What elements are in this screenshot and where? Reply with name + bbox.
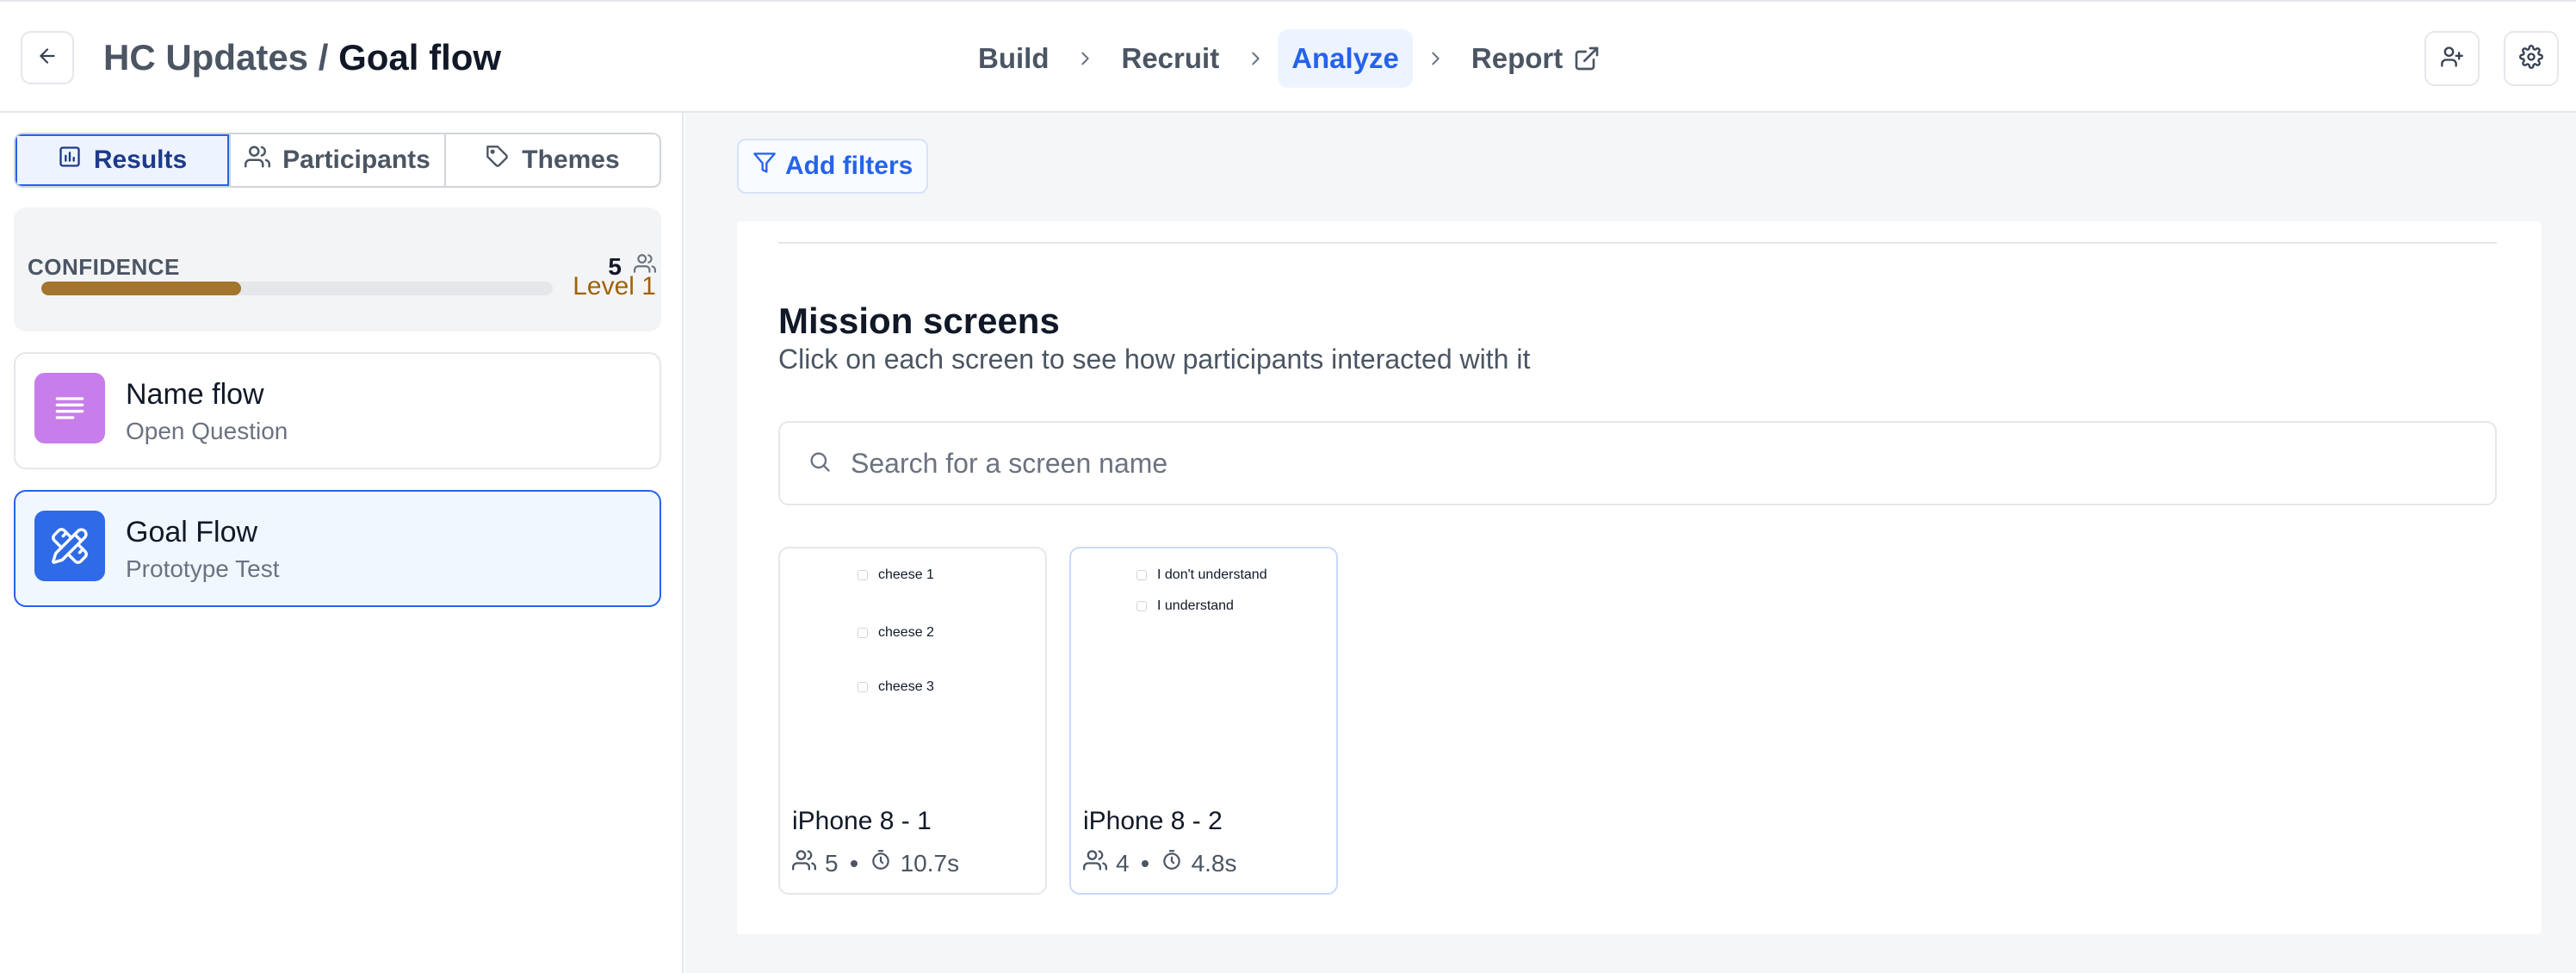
screen-thumbnail: I don't understand I understand — [1071, 548, 1336, 790]
top-bar: HC Updates / Goal flow Build Recruit Ana… — [0, 0, 2576, 113]
user-plus-icon — [2440, 45, 2464, 73]
filter-icon — [752, 151, 777, 182]
confidence-progress-bar — [41, 282, 553, 295]
thumbnail-option: I understand — [1136, 598, 1234, 614]
screen-name: iPhone 8 - 1 — [792, 807, 932, 835]
breadcrumb-project[interactable]: HC Updates — [103, 37, 308, 77]
prototype-pencil-ruler-icon — [34, 511, 105, 581]
add-filters-label: Add filters — [785, 152, 913, 180]
confidence-level: Level 1 — [573, 272, 656, 301]
main-content: Add filters Mission screens Click on eac… — [685, 113, 2576, 973]
screen-time: 4.8s — [1191, 849, 1237, 877]
block-subtitle: Prototype Test — [126, 555, 280, 582]
screen-search[interactable] — [778, 421, 2497, 505]
block-title: Goal Flow — [126, 516, 258, 548]
checkbox-icon — [858, 628, 868, 638]
thumbnail-option: cheese 2 — [858, 625, 934, 641]
step-report[interactable]: Report — [1458, 29, 1614, 88]
checkbox-icon — [1136, 601, 1147, 611]
screen-time: 10.7s — [900, 849, 960, 877]
tab-themes[interactable]: Themes — [446, 134, 659, 186]
thumbnail-option: cheese 3 — [858, 679, 934, 695]
screen-card-iphone-8-1[interactable]: cheese 1 cheese 2 cheese 3 iPhone 8 - 1 … — [778, 547, 1047, 895]
timer-icon — [870, 849, 892, 877]
breadcrumb-current: Goal flow — [338, 37, 502, 77]
step-recruit[interactable]: Recruit — [1107, 29, 1233, 88]
tag-icon — [486, 145, 510, 176]
tab-results[interactable]: Results — [15, 134, 231, 186]
tab-label: Themes — [522, 146, 620, 174]
tab-label: Results — [93, 146, 188, 174]
bullet-separator — [1141, 859, 1149, 867]
block-subtitle: Open Question — [126, 418, 288, 444]
bullet-separator — [850, 859, 858, 867]
checkbox-icon — [858, 682, 868, 692]
chevron-right-icon — [1062, 49, 1107, 68]
page-title: HC Updates / Goal flow — [103, 34, 501, 81]
block-goal-flow[interactable]: Goal Flow Prototype Test — [14, 490, 661, 607]
chevron-right-icon — [1413, 49, 1458, 68]
tab-participants[interactable]: Participants — [231, 134, 446, 186]
add-filters-button[interactable]: Add filters — [737, 139, 929, 194]
users-icon — [245, 144, 271, 177]
block-title: Name flow — [126, 378, 264, 411]
confidence-progress-fill — [41, 282, 241, 295]
sidebar-tabs: Results Participants Themes — [14, 133, 661, 188]
thumbnail-option: I don't understand — [1136, 567, 1267, 583]
text-lines-icon — [34, 373, 105, 443]
thumbnail-option-label: cheese 1 — [878, 567, 934, 582]
step-report-label: Report — [1471, 42, 1564, 74]
search-input[interactable] — [851, 447, 2400, 480]
settings-button[interactable] — [2504, 31, 2559, 86]
sidebar: Results Participants Themes CONFIDENCE 5… — [0, 113, 684, 973]
search-icon — [808, 449, 832, 478]
thumbnail-option-label: cheese 3 — [878, 679, 934, 694]
screen-participant-count: 5 — [825, 849, 839, 877]
gear-icon — [2519, 44, 2543, 73]
users-icon — [792, 848, 816, 878]
divider — [778, 242, 2497, 244]
block-name-flow[interactable]: Name flow Open Question — [14, 352, 661, 469]
bar-chart-icon — [58, 145, 82, 176]
arrow-left-icon — [36, 45, 59, 71]
mission-screens-title: Mission screens — [778, 301, 1060, 341]
mission-screens-subtitle: Click on each screen to see how particip… — [778, 344, 1531, 375]
tab-label: Participants — [282, 146, 430, 174]
external-link-icon — [1573, 45, 1601, 72]
timer-icon — [1161, 849, 1183, 877]
breadcrumb-separator: / — [318, 37, 329, 77]
checkbox-icon — [1136, 570, 1147, 580]
mission-screens-panel: Mission screens Click on each screen to … — [737, 221, 2542, 934]
screen-thumbnail: cheese 1 cheese 2 cheese 3 — [780, 548, 1045, 790]
screen-card-iphone-8-2[interactable]: I don't understand I understand iPhone 8… — [1069, 547, 1338, 895]
chevron-right-icon — [1233, 49, 1278, 68]
screen-name: iPhone 8 - 2 — [1083, 807, 1223, 835]
screen-meta: 5 10.7s — [792, 848, 959, 878]
thumbnail-option-label: I understand — [1157, 598, 1234, 613]
step-build[interactable]: Build — [964, 29, 1062, 88]
thumbnail-option-label: I don't understand — [1157, 567, 1267, 582]
confidence-label: CONFIDENCE — [28, 254, 180, 280]
step-analyze[interactable]: Analyze — [1278, 29, 1413, 88]
checkbox-icon — [858, 570, 868, 580]
invite-user-button[interactable] — [2424, 31, 2480, 86]
step-nav: Build Recruit Analyze Report — [964, 29, 1614, 88]
users-icon — [1083, 848, 1107, 878]
thumbnail-option: cheese 1 — [858, 567, 934, 583]
thumbnail-option-label: cheese 2 — [878, 625, 934, 640]
screen-participant-count: 4 — [1116, 849, 1130, 877]
back-button[interactable] — [21, 31, 74, 84]
screen-meta: 4 4.8s — [1083, 848, 1237, 878]
